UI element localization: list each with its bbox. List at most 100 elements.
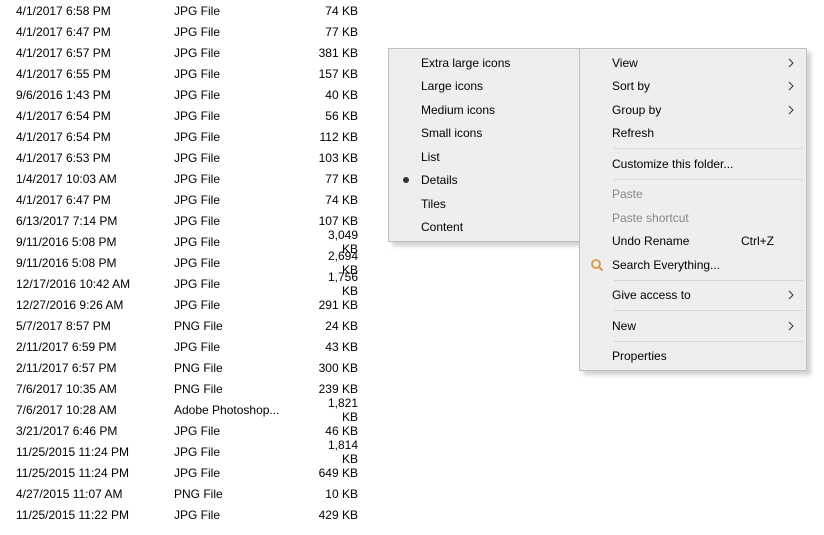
table-row[interactable]: 7/6/2017 10:28 AMAdobe Photoshop...1,821… <box>0 399 824 420</box>
cell-type: JPG File <box>174 109 310 123</box>
view-option[interactable]: Small icons <box>391 122 578 146</box>
table-row[interactable]: 4/27/2015 11:07 AMPNG File10 KB <box>0 483 824 504</box>
cell-type: JPG File <box>174 508 310 522</box>
chevron-right-icon <box>788 81 794 91</box>
table-row[interactable]: 4/1/2017 6:58 PMJPG File74 KB <box>0 0 824 21</box>
cell-size: 300 KB <box>310 361 358 375</box>
menu-label: Give access to <box>612 288 774 302</box>
menu-group-by[interactable]: Group by <box>582 98 804 122</box>
menu-paste-shortcut: Paste shortcut <box>582 206 804 230</box>
cell-type: JPG File <box>174 277 310 291</box>
cell-size: 77 KB <box>310 172 358 186</box>
cell-size: 649 KB <box>310 466 358 480</box>
table-row[interactable]: 11/25/2015 11:24 PMJPG File649 KB <box>0 462 824 483</box>
cell-date: 4/1/2017 6:47 PM <box>16 193 174 207</box>
menu-give-access-to[interactable]: Give access to <box>582 284 804 308</box>
cell-date: 5/7/2017 8:57 PM <box>16 319 174 333</box>
menu-label: Sort by <box>612 79 774 93</box>
cell-type: PNG File <box>174 382 310 396</box>
cell-date: 2/11/2017 6:59 PM <box>16 340 174 354</box>
cell-date: 9/6/2016 1:43 PM <box>16 88 174 102</box>
cell-size: 46 KB <box>310 424 358 438</box>
cell-size: 157 KB <box>310 67 358 81</box>
cell-date: 4/1/2017 6:57 PM <box>16 46 174 60</box>
menu-label: Paste <box>612 187 774 201</box>
cell-date: 11/25/2015 11:24 PM <box>16 466 174 480</box>
menu-new[interactable]: New <box>582 314 804 338</box>
view-option[interactable]: Medium icons <box>391 98 578 122</box>
cell-size: 381 KB <box>310 46 358 60</box>
menu-label: Medium icons <box>421 103 548 117</box>
cell-type: JPG File <box>174 193 310 207</box>
table-row[interactable]: 11/25/2015 11:24 PMJPG File1,814 KB <box>0 441 824 462</box>
cell-size: 1,756 KB <box>310 270 358 298</box>
menu-sort-by[interactable]: Sort by <box>582 75 804 99</box>
cell-size: 103 KB <box>310 151 358 165</box>
cell-date: 4/1/2017 6:53 PM <box>16 151 174 165</box>
cell-date: 4/1/2017 6:54 PM <box>16 130 174 144</box>
chevron-right-icon <box>788 321 794 331</box>
table-row[interactable]: 11/25/2015 11:22 PMJPG File429 KB <box>0 504 824 525</box>
cell-type: JPG File <box>174 235 310 249</box>
cell-size: 112 KB <box>310 130 358 144</box>
menu-label: New <box>612 319 774 333</box>
menu-separator <box>614 280 803 281</box>
cell-type: JPG File <box>174 46 310 60</box>
view-option[interactable]: List <box>391 145 578 169</box>
cell-type: JPG File <box>174 466 310 480</box>
cell-date: 9/11/2016 5:08 PM <box>16 235 174 249</box>
cell-date: 7/6/2017 10:35 AM <box>16 382 174 396</box>
cell-size: 24 KB <box>310 319 358 333</box>
table-row[interactable]: 7/6/2017 10:35 AMPNG File239 KB <box>0 378 824 399</box>
chevron-right-icon <box>788 58 794 68</box>
cell-size: 1,821 KB <box>310 396 358 424</box>
cell-size: 74 KB <box>310 4 358 18</box>
menu-paste: Paste <box>582 183 804 207</box>
menu-customize-folder[interactable]: Customize this folder... <box>582 152 804 176</box>
cell-size: 74 KB <box>310 193 358 207</box>
cell-date: 4/27/2015 11:07 AM <box>16 487 174 501</box>
chevron-right-icon <box>788 290 794 300</box>
menu-label: Extra large icons <box>421 56 548 70</box>
menu-view[interactable]: View <box>582 51 804 75</box>
menu-label: Small icons <box>421 126 548 140</box>
cell-type: JPG File <box>174 424 310 438</box>
cell-date: 3/21/2017 6:46 PM <box>16 424 174 438</box>
cell-size: 77 KB <box>310 25 358 39</box>
view-option[interactable]: Tiles <box>391 192 578 216</box>
menu-label: Tiles <box>421 197 548 211</box>
cell-date: 2/11/2017 6:57 PM <box>16 361 174 375</box>
cell-size: 107 KB <box>310 214 358 228</box>
search-icon <box>582 258 612 272</box>
table-row[interactable]: 4/1/2017 6:47 PMJPG File77 KB <box>0 21 824 42</box>
menu-undo[interactable]: Undo Rename Ctrl+Z <box>582 230 804 254</box>
menu-separator <box>614 310 803 311</box>
cell-date: 7/6/2017 10:28 AM <box>16 403 174 417</box>
menu-label: List <box>421 150 548 164</box>
menu-label: Large icons <box>421 79 548 93</box>
menu-properties[interactable]: Properties <box>582 345 804 369</box>
view-option[interactable]: Large icons <box>391 75 578 99</box>
view-option[interactable]: Details <box>391 169 578 193</box>
cell-size: 1,814 KB <box>310 438 358 466</box>
table-row[interactable]: 3/21/2017 6:46 PMJPG File46 KB <box>0 420 824 441</box>
menu-separator <box>614 179 803 180</box>
menu-label: Customize this folder... <box>612 157 774 171</box>
menu-search-everything[interactable]: Search Everything... <box>582 253 804 277</box>
cell-type: JPG File <box>174 151 310 165</box>
cell-size: 56 KB <box>310 109 358 123</box>
cell-type: JPG File <box>174 256 310 270</box>
chevron-right-icon <box>788 105 794 115</box>
menu-label: Search Everything... <box>612 258 774 272</box>
menu-separator <box>614 341 803 342</box>
cell-type: PNG File <box>174 487 310 501</box>
view-option[interactable]: Content <box>391 216 578 240</box>
cell-size: 43 KB <box>310 340 358 354</box>
cell-type: JPG File <box>174 130 310 144</box>
cell-type: JPG File <box>174 25 310 39</box>
menu-label: Refresh <box>612 126 774 140</box>
cell-type: JPG File <box>174 340 310 354</box>
view-submenu: Extra large icons Large icons Medium icons… <box>388 48 581 242</box>
menu-refresh[interactable]: Refresh <box>582 122 804 146</box>
view-option[interactable]: Extra large icons <box>391 51 578 75</box>
